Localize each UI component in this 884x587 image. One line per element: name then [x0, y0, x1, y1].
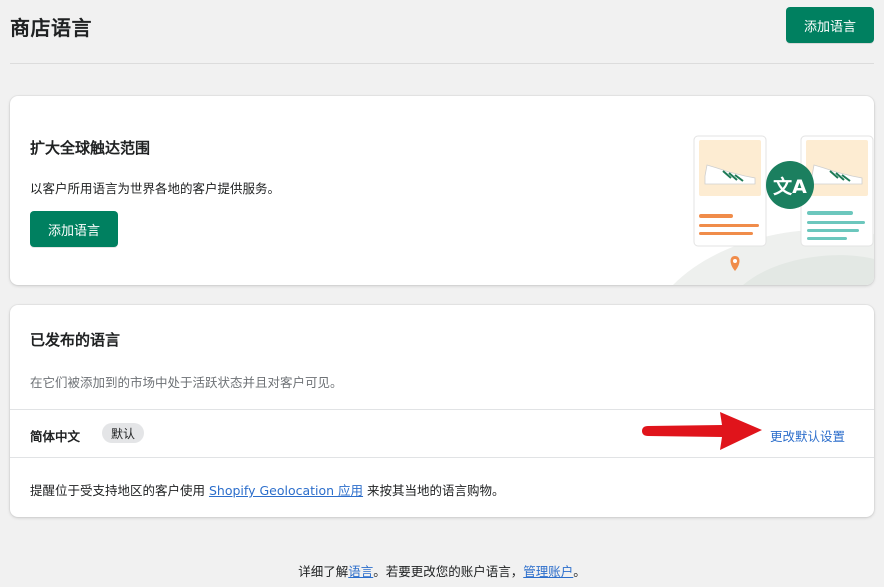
promo-card: 扩大全球触达范围 以客户所用语言为世界各地的客户提供服务。 添加语言 文A: [10, 96, 874, 285]
row-divider-bottom: [10, 457, 874, 458]
change-default-link[interactable]: 更改默认设置: [770, 426, 845, 445]
manage-account-link[interactable]: 管理账户: [523, 564, 573, 579]
footer-middle: 。若要更改您的账户语言，: [373, 564, 524, 579]
promo-add-language-button[interactable]: 添加语言: [30, 211, 118, 247]
footer-prefix: 详细了解: [298, 564, 349, 579]
footer: 详细了解语言。若要更改您的账户语言，管理账户。: [0, 561, 884, 580]
published-title: 已发布的语言: [30, 331, 121, 349]
default-badge: 默认: [102, 423, 145, 443]
red-arrow-annotation: [642, 412, 762, 450]
header-divider: [10, 63, 874, 64]
languages-help-link[interactable]: 语言: [348, 564, 373, 579]
header-add-language-button[interactable]: 添加语言: [786, 7, 874, 43]
svg-text:文A: 文A: [773, 175, 807, 198]
page-title: 商店语言: [10, 16, 92, 40]
footer-suffix: 。: [573, 564, 586, 579]
geo-suffix: 来按其当地的语言购物。: [363, 483, 505, 498]
promo-title: 扩大全球触达范围: [30, 139, 151, 157]
geo-prefix: 提醒位于受支持地区的客户使用: [30, 483, 209, 498]
published-subtitle: 在它们被添加到的市场中处于活跃状态并且对客户可见。: [30, 375, 343, 390]
geolocation-note: 提醒位于受支持地区的客户使用 Shopify Geolocation 应用 来按…: [30, 480, 505, 499]
promo-description: 以客户所用语言为世界各地的客户提供服务。: [30, 181, 281, 196]
translation-illustration: 文A: [673, 135, 874, 285]
geolocation-app-link[interactable]: Shopify Geolocation 应用: [209, 483, 363, 498]
language-name: 简体中文: [30, 429, 81, 444]
